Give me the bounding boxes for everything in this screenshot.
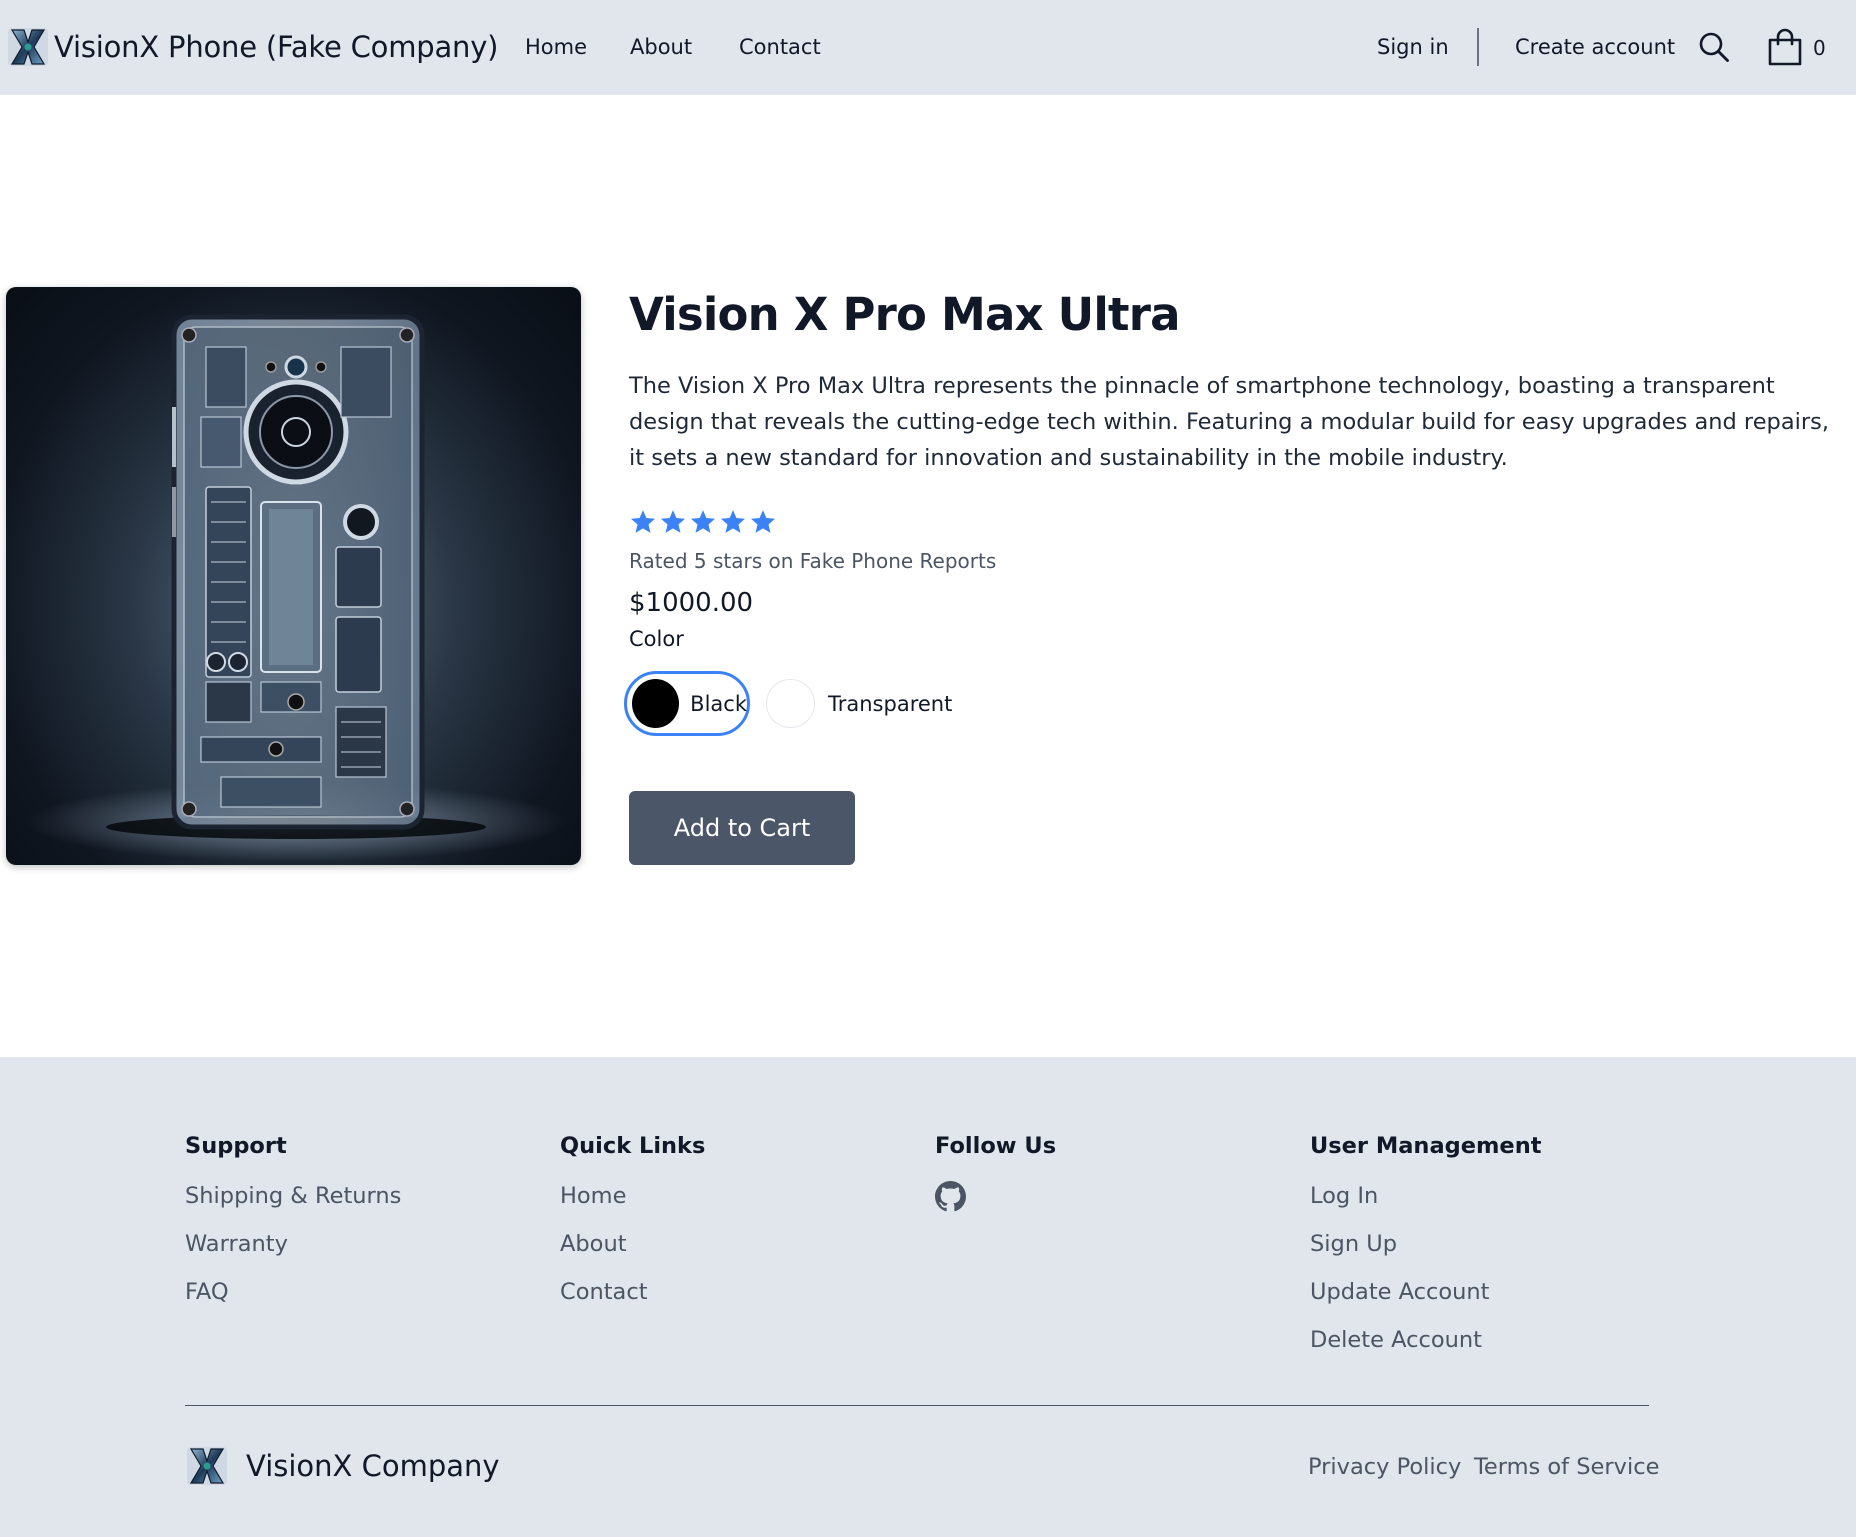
footer-heading: Follow Us: [935, 1133, 1057, 1159]
footer-link-delete-account[interactable]: Delete Account: [1310, 1325, 1541, 1373]
product-image: [6, 287, 581, 865]
brand[interactable]: VisionX Phone (Fake Company): [6, 24, 498, 70]
search-icon[interactable]: [1698, 31, 1730, 63]
color-label: Color: [629, 627, 684, 651]
rating-stars: [629, 508, 777, 536]
footer-brand[interactable]: VisionX Company: [185, 1443, 500, 1489]
github-icon[interactable]: [935, 1181, 966, 1212]
color-option-transparent[interactable]: Transparent: [766, 679, 952, 728]
nav-contact-link[interactable]: Contact: [739, 35, 821, 59]
footer-heading: Quick Links: [560, 1133, 706, 1159]
footer-link-log-in[interactable]: Log In: [1310, 1181, 1541, 1229]
product-description: The Vision X Pro Max Ultra represents th…: [629, 373, 1829, 471]
color-option-black[interactable]: Black: [624, 671, 750, 736]
terms-of-service-link[interactable]: Terms of Service: [1474, 1454, 1659, 1480]
add-to-cart-button[interactable]: Add to Cart: [629, 791, 855, 865]
transparent-phone-image: [26, 314, 566, 862]
shopping-bag-icon[interactable]: [1767, 28, 1803, 66]
footer-heading: Support: [185, 1133, 287, 1159]
footer-link-update-account[interactable]: Update Account: [1310, 1277, 1541, 1325]
black-swatch: [632, 679, 680, 728]
color-option-label: Transparent: [828, 691, 953, 716]
footer-link-contact[interactable]: Contact: [560, 1277, 705, 1325]
transparent-swatch: [766, 679, 815, 728]
top-navbar: VisionX Phone (Fake Company) Home About …: [0, 0, 1856, 95]
star-icon: [720, 510, 746, 533]
product-title: Vision X Pro Max Ultra: [629, 288, 1180, 341]
footer-follow-us: Follow Us: [935, 1133, 1056, 1212]
footer-quick-links: Quick Links Home About Contact: [560, 1133, 705, 1325]
star-icon: [690, 510, 716, 533]
footer-link-sign-up[interactable]: Sign Up: [1310, 1229, 1541, 1277]
visionx-logo-icon: [187, 1447, 227, 1485]
visionx-logo-icon: [8, 28, 48, 66]
footer-link-home[interactable]: Home: [560, 1181, 705, 1229]
nav-about-link[interactable]: About: [630, 35, 692, 59]
star-icon: [750, 510, 776, 533]
create-account-link[interactable]: Create account: [1515, 35, 1675, 59]
footer-link-faq[interactable]: FAQ: [185, 1277, 401, 1325]
footer-heading: User Management: [1310, 1133, 1542, 1159]
cart-count: 0: [1813, 36, 1826, 60]
star-icon: [660, 510, 686, 533]
footer-divider: [185, 1405, 1649, 1406]
product-price: $1000.00: [629, 588, 754, 618]
footer-user-management: User Management Log In Sign Up Update Ac…: [1310, 1133, 1541, 1373]
footer-link-about[interactable]: About: [560, 1229, 705, 1277]
footer-link-warranty[interactable]: Warranty: [185, 1229, 401, 1277]
sign-in-link[interactable]: Sign in: [1377, 35, 1449, 59]
rating-text: Rated 5 stars on Fake Phone Reports: [629, 549, 997, 573]
footer-support: Support Shipping & Returns Warranty FAQ: [185, 1133, 401, 1325]
brand-name: VisionX Phone (Fake Company): [54, 30, 499, 64]
nav-home-link[interactable]: Home: [525, 35, 587, 59]
footer-link-shipping-returns[interactable]: Shipping & Returns: [185, 1181, 401, 1229]
star-icon: [630, 510, 656, 533]
footer-brand-name: VisionX Company: [246, 1449, 500, 1483]
color-option-label: Black: [690, 691, 747, 716]
privacy-policy-link[interactable]: Privacy Policy: [1308, 1454, 1461, 1480]
header-divider: [1477, 28, 1479, 66]
